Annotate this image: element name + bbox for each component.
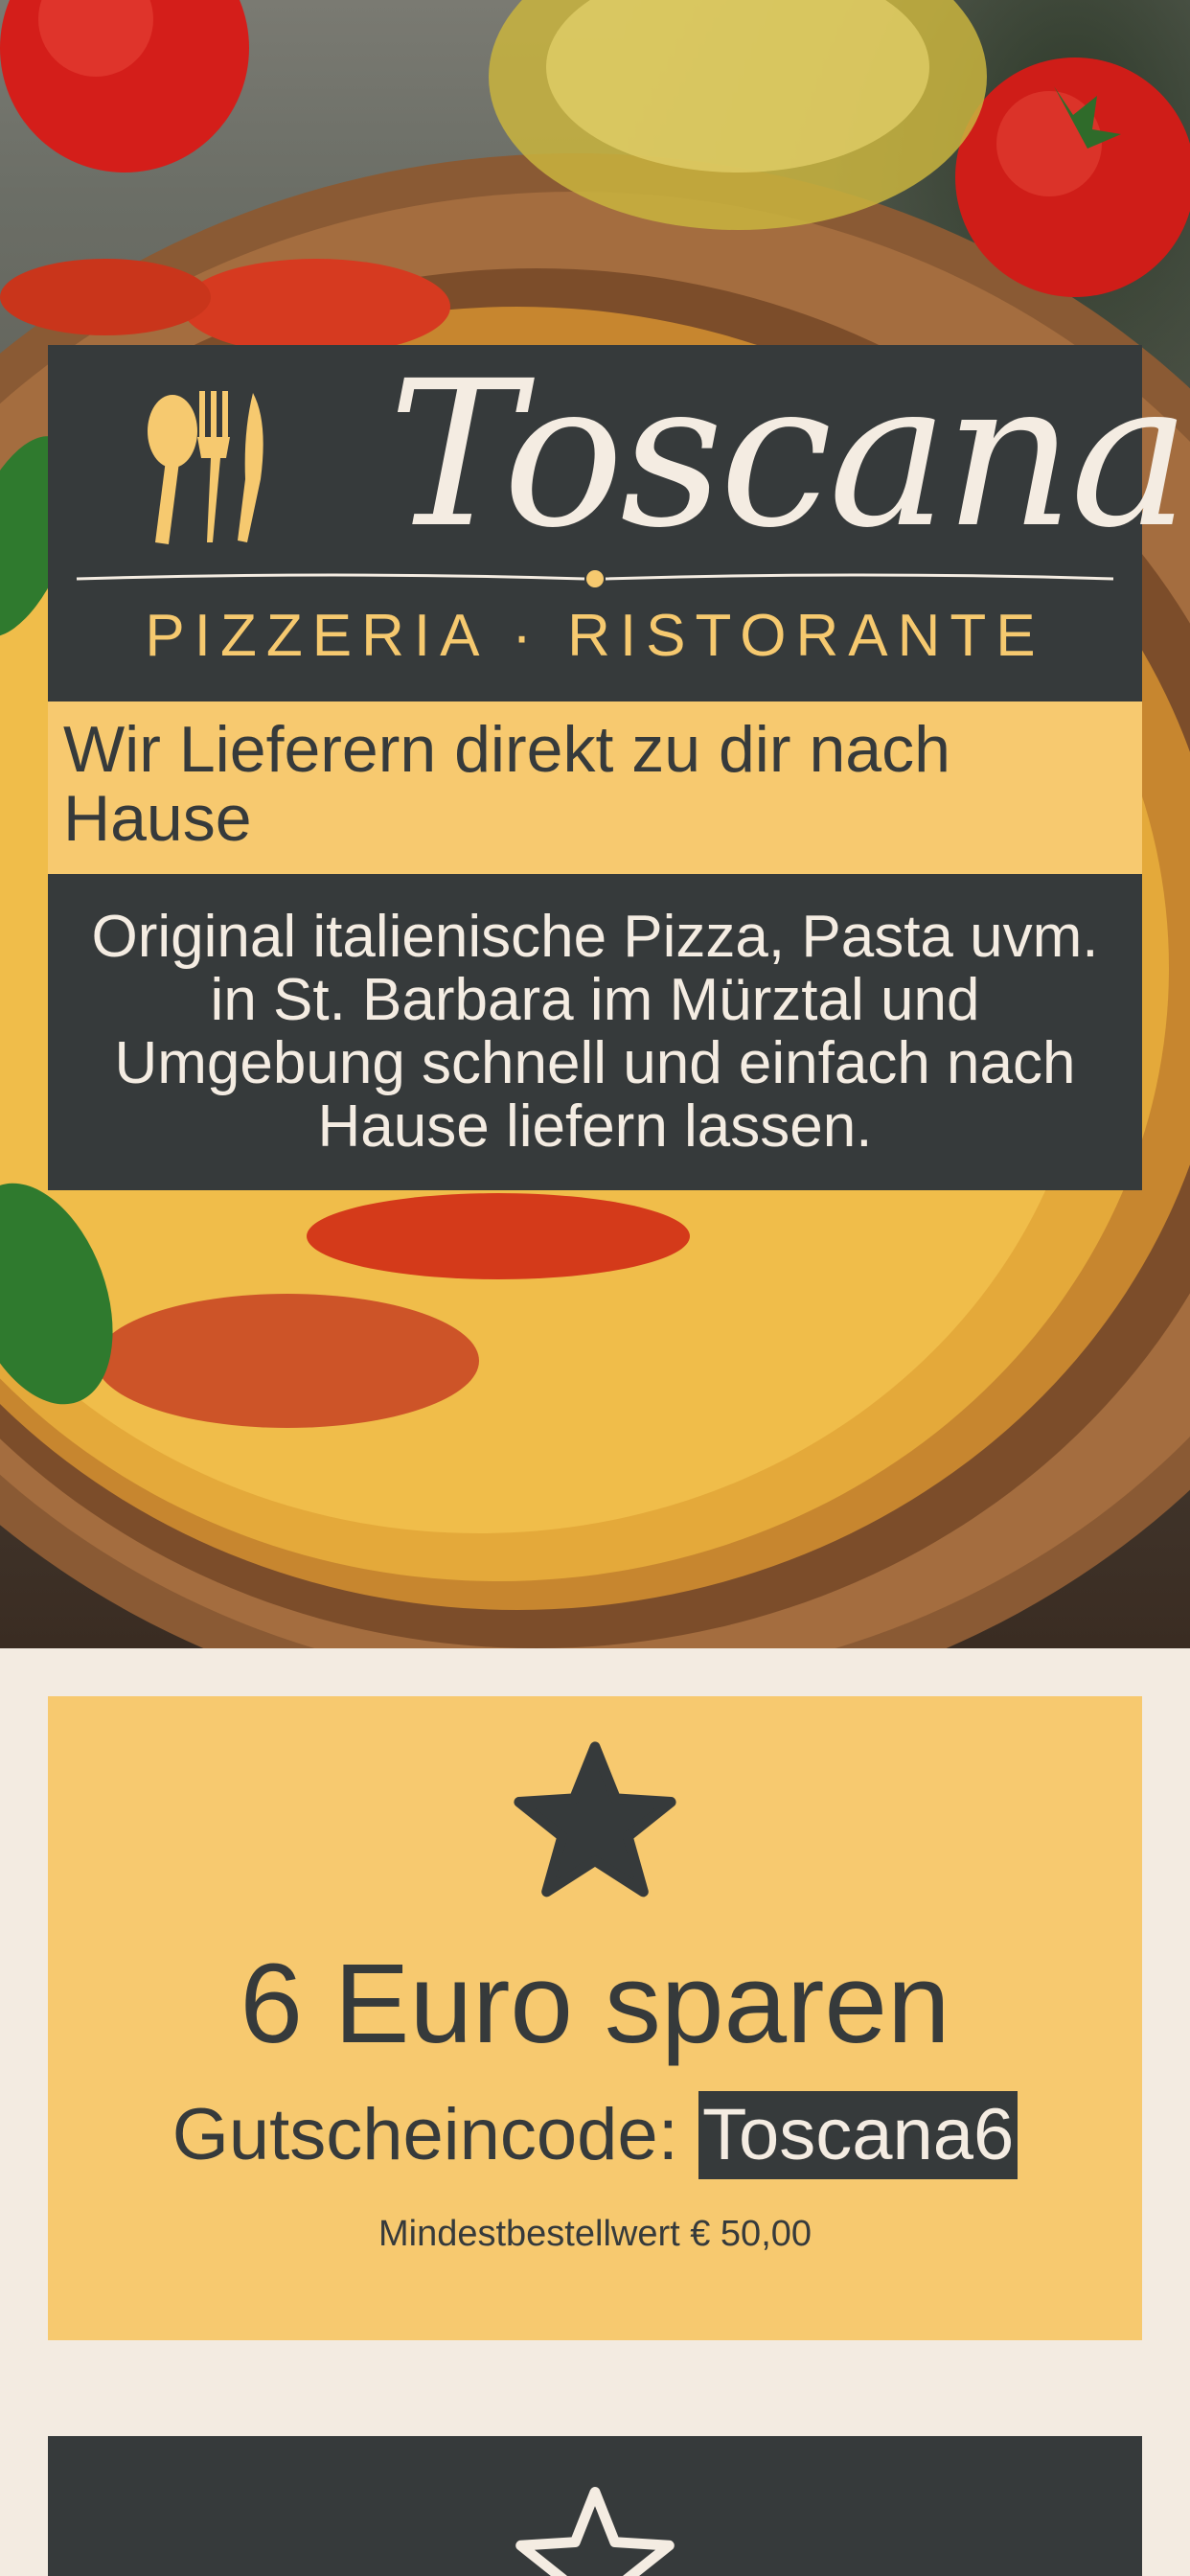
hero-section: Toscana PIZZERIA · RISTORANTE Wir Liefer…	[0, 0, 1190, 1648]
feature-card	[48, 2436, 1142, 2576]
delivery-headline: Wir Lieferern direkt zu dir nach Hause	[63, 713, 950, 855]
delivery-headline-box: Wir Lieferern direkt zu dir nach Hause	[48, 702, 1142, 874]
description-panel: Original italienische Pizza, Pasta uvm. …	[48, 874, 1142, 1190]
star-filled-icon	[514, 1741, 676, 1898]
coupon-minimum-order: Mindestbestellwert € 50,00	[378, 2214, 812, 2254]
star-outline-icon	[515, 2487, 675, 2576]
coupon-code-line: Gutscheincode: Toscana6	[48, 2091, 1142, 2179]
hero-description: Original italienische Pizza, Pasta uvm. …	[91, 904, 1099, 1160]
coupon-title: 6 Euro sparen	[240, 1941, 950, 2067]
logo-panel: Toscana PIZZERIA · RISTORANTE	[48, 345, 1190, 702]
brand-tagline: PIZZERIA · RISTORANTE	[145, 603, 1045, 669]
coupon-code[interactable]: Toscana6	[698, 2091, 1018, 2179]
brand-logo-text: Toscana	[388, 337, 1190, 572]
coupon-card: 6 Euro sparen Gutscheincode: Toscana6 Mi…	[48, 1696, 1142, 2340]
coupon-code-label: Gutscheincode:	[172, 2094, 678, 2175]
